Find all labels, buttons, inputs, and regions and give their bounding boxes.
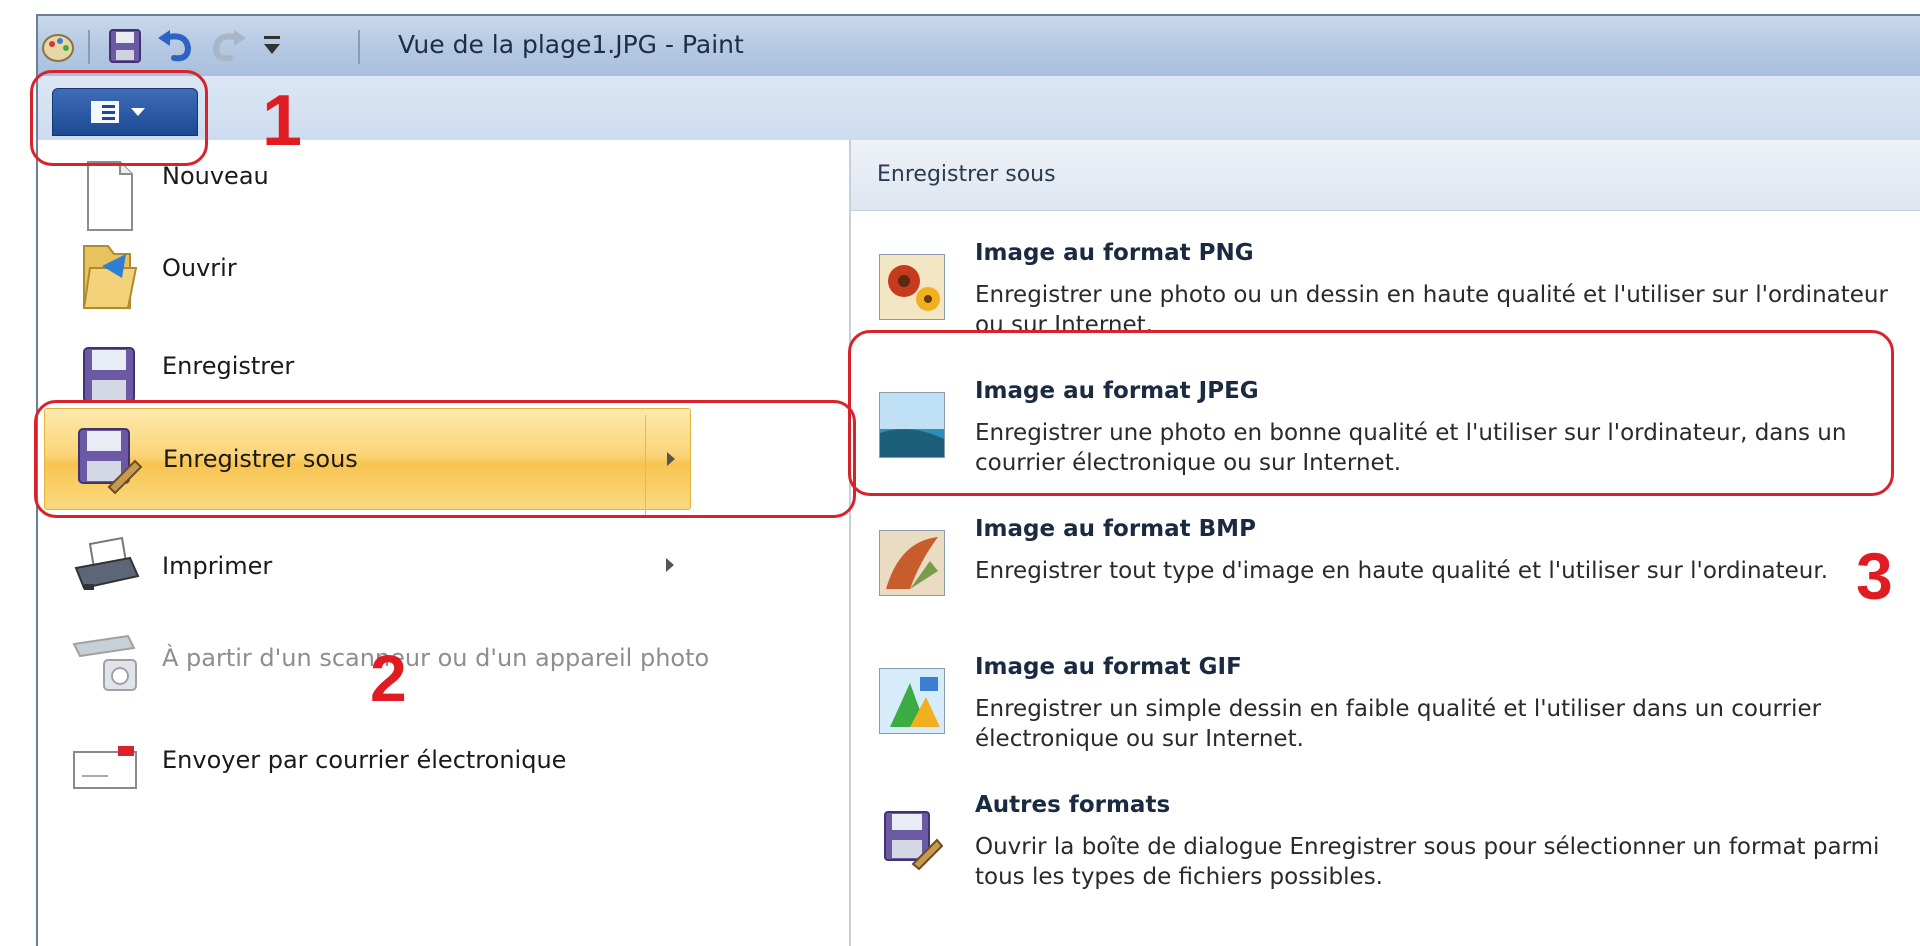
save-disk-icon xyxy=(83,347,135,403)
ribbon-bar xyxy=(36,76,1920,140)
bmp-paint-icon xyxy=(879,530,945,596)
format-title: Image au format GIF xyxy=(975,654,1242,680)
step-number-3: 3 xyxy=(1856,539,1893,613)
menu-item-label: À partir d'un scanneur ou d'un appareil … xyxy=(162,644,710,672)
gif-shapes-icon xyxy=(879,668,945,734)
format-bmp-option[interactable]: Image au format BMP Enregistrer tout typ… xyxy=(851,496,1920,626)
title-bar: Vue de la plage1.JPG - Paint xyxy=(36,14,1920,78)
menu-item-label: Envoyer par courrier électronique xyxy=(162,746,567,774)
window-title: Vue de la plage1.JPG - Paint xyxy=(398,30,744,59)
chevron-right-icon[interactable] xyxy=(666,558,674,572)
customize-dropdown-icon[interactable] xyxy=(262,34,284,58)
undo-icon[interactable] xyxy=(156,28,196,64)
other-formats-icon xyxy=(884,811,943,870)
format-other-option[interactable]: Autres formats Ouvrir la boîte de dialog… xyxy=(851,772,1920,902)
highlight-jpeg-format xyxy=(848,330,1894,496)
step-number-2: 2 xyxy=(370,641,407,715)
open-folder-icon xyxy=(82,245,138,309)
toolbar-separator xyxy=(88,30,90,64)
menu-item-label: Ouvrir xyxy=(162,254,237,282)
format-title: Autres formats xyxy=(975,792,1171,818)
save-as-submenu: Enregistrer sous Image au format PNG Enr… xyxy=(851,140,1920,946)
png-flowers-icon xyxy=(879,254,945,320)
scanner-icon xyxy=(72,634,137,691)
format-description: Ouvrir la boîte de dialogue Enregistrer … xyxy=(975,834,1880,890)
format-title: Image au format BMP xyxy=(975,516,1256,542)
format-description: Enregistrer tout type d'image en haute q… xyxy=(975,558,1829,584)
menu-item-label: Imprimer xyxy=(162,552,273,580)
highlight-app-menu-button xyxy=(30,70,208,166)
submenu-header: Enregistrer sous xyxy=(851,140,1920,211)
format-title: Image au format PNG xyxy=(975,240,1254,266)
email-icon xyxy=(73,746,137,789)
format-gif-option[interactable]: Image au format GIF Enregistrer un simpl… xyxy=(851,634,1920,764)
paint-app-icon[interactable] xyxy=(40,26,76,66)
save-icon[interactable] xyxy=(108,28,142,64)
app-menu: Nouveau Ouvrir Enregistrer Enregistrer s… xyxy=(36,140,851,946)
menu-item-envoyer[interactable]: Envoyer par courrier électronique xyxy=(38,704,851,816)
menu-item-scanner[interactable]: À partir d'un scanneur ou d'un appareil … xyxy=(38,606,851,718)
menu-item-label: Nouveau xyxy=(162,162,269,190)
format-description: Enregistrer un simple dessin en faible q… xyxy=(975,696,1822,752)
highlight-enregistrer-sous xyxy=(34,400,856,518)
redo-icon[interactable] xyxy=(208,28,248,64)
submenu-title: Enregistrer sous xyxy=(877,162,1056,187)
step-number-1: 1 xyxy=(262,81,303,161)
toolbar-separator xyxy=(358,30,360,64)
menu-item-label: Enregistrer xyxy=(162,352,295,380)
printer-icon xyxy=(74,536,140,590)
